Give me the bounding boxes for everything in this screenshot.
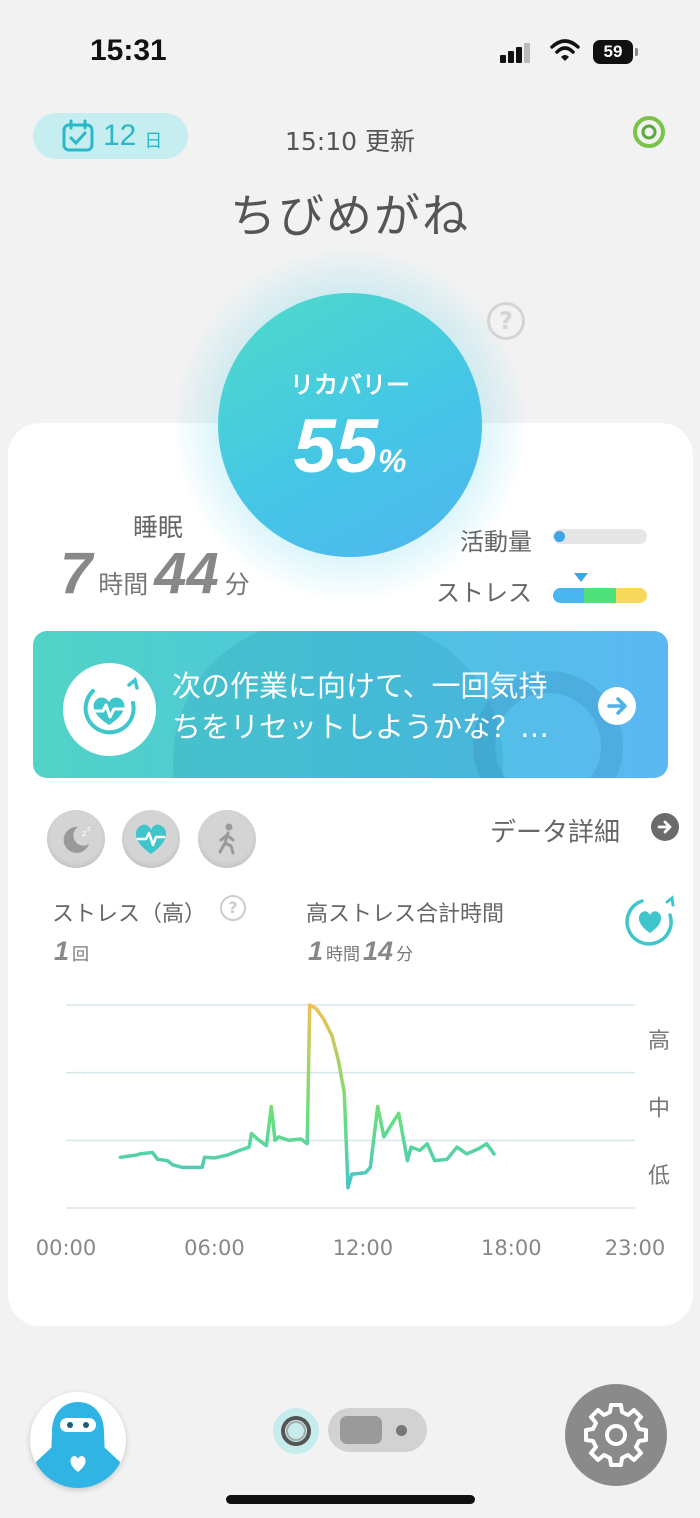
- x-tick-label: 00:00: [36, 1236, 97, 1260]
- character-avatar[interactable]: [30, 1392, 126, 1488]
- recovery-help-icon[interactable]: ?: [487, 302, 525, 340]
- device-switcher[interactable]: [328, 1408, 427, 1452]
- tab-sleep[interactable]: z z: [47, 810, 105, 868]
- x-tick-label: 06:00: [184, 1236, 245, 1260]
- x-tick-label: 23:00: [605, 1236, 666, 1260]
- cellular-signal-icon: [500, 41, 538, 63]
- x-tick-label: 12:00: [333, 1236, 394, 1260]
- recovery-circle[interactable]: リカバリー 55%: [218, 293, 482, 557]
- high-stress-total-value: 1 時間 14 分: [308, 936, 414, 966]
- ring-sync-icon[interactable]: [632, 115, 666, 149]
- y-level-label: 低: [648, 1164, 670, 1189]
- updated-time: 15:10 更新: [285, 127, 415, 156]
- heart-care-icon[interactable]: [622, 893, 678, 949]
- heart-reset-icon: [63, 663, 156, 756]
- y-level-label: 高: [648, 1029, 670, 1054]
- high-stress-total-label: 高ストレス合計時間: [306, 902, 505, 927]
- stress-level-marker: [574, 573, 588, 582]
- recovery-label: リカバリー: [290, 371, 410, 399]
- tab-activity[interactable]: [198, 810, 256, 868]
- recovery-value: 55%: [293, 404, 407, 489]
- y-level-label: 中: [648, 1097, 670, 1122]
- advice-text: 次の作業に向けて、一回気持 ちをリセットしようかな？…: [172, 669, 550, 744]
- heart-pulse-icon: [135, 824, 167, 854]
- data-detail-link[interactable]: データ詳細: [490, 812, 620, 849]
- activity-bar: [553, 529, 647, 544]
- status-time: 15:31: [90, 34, 167, 67]
- home-indicator[interactable]: [226, 1495, 475, 1504]
- user-name: ちびめがね: [230, 189, 470, 243]
- stress-line-chart: 高中低 00:00 06:00 12:00 18:00 23:00: [36, 1003, 670, 1260]
- high-stress-label: ストレス（高）: [52, 902, 207, 927]
- metrics-help-icon[interactable]: ?: [220, 895, 246, 921]
- activity-label: 活動量: [460, 528, 532, 556]
- moon-icon: z z: [63, 825, 91, 853]
- wifi-icon: [550, 38, 580, 64]
- sleep-value: 7 時間 44 分: [60, 541, 250, 606]
- ring-device-icon[interactable]: [273, 1408, 319, 1454]
- high-stress-count: 1回: [54, 936, 90, 966]
- sleep-label: 睡眠: [133, 513, 184, 542]
- stress-bar: [553, 588, 647, 603]
- walk-icon: [218, 823, 235, 855]
- x-tick-label: 18:00: [481, 1236, 542, 1260]
- stress-label: ストレス: [436, 579, 532, 607]
- stress-series-line: [118, 1003, 496, 1190]
- arrow-right-icon[interactable]: [598, 687, 636, 725]
- battery-indicator: 59: [593, 40, 638, 64]
- arrow-right-icon[interactable]: [651, 813, 679, 841]
- svg-text:z: z: [87, 825, 91, 833]
- tab-stress[interactable]: [122, 810, 180, 868]
- gear-icon[interactable]: [565, 1384, 667, 1486]
